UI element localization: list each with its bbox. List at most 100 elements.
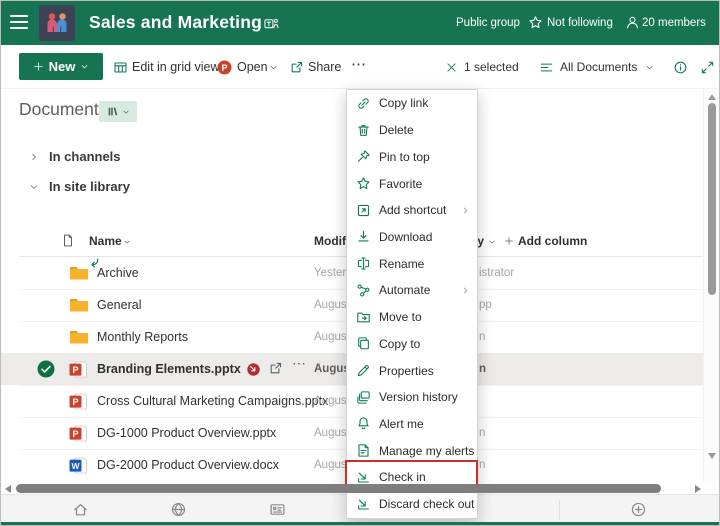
vertical-scrollbar[interactable] — [703, 89, 719, 481]
modified-by-value: n — [479, 331, 485, 343]
plus-icon — [33, 61, 44, 72]
svg-text:P: P — [72, 365, 78, 375]
home-icon[interactable] — [72, 501, 89, 518]
section-in-site-library[interactable]: In site library — [29, 179, 130, 194]
hamburger-menu-icon[interactable] — [10, 15, 28, 33]
version-history-icon — [356, 390, 371, 405]
menu-item-copy-link[interactable]: Copy link — [347, 90, 477, 117]
add-column-button[interactable]: Add column — [518, 234, 587, 248]
selected-check-icon[interactable] — [37, 360, 55, 378]
modified-value: August — [314, 331, 350, 343]
document-type-column-icon — [61, 233, 75, 248]
powerpoint-app-icon: P — [217, 60, 232, 75]
menu-item-properties[interactable]: Properties — [347, 357, 477, 384]
file-name[interactable]: DG-1000 Product Overview.pptx — [97, 426, 276, 440]
open-button[interactable]: Open — [237, 60, 268, 74]
svg-text:P: P — [72, 429, 78, 439]
menu-item-move-to[interactable]: Move to — [347, 304, 477, 331]
app-header: Sales and Marketing Public group Not fol… — [1, 1, 719, 45]
file-name[interactable]: Monthly Reports — [97, 330, 188, 344]
share-icon[interactable] — [268, 361, 283, 376]
grid-icon — [113, 60, 128, 75]
scroll-left-arrow[interactable] — [5, 485, 11, 493]
add-tab-icon[interactable] — [630, 501, 647, 518]
chevron-down-icon[interactable] — [269, 63, 278, 72]
clear-selection-icon[interactable] — [445, 61, 458, 74]
favorite-star-icon — [356, 176, 371, 191]
trash-icon — [356, 123, 371, 138]
powerpoint-file-icon: P — [69, 393, 88, 410]
svg-text:P: P — [221, 63, 227, 73]
chevron-down-icon — [80, 62, 89, 71]
menu-item-version-history[interactable]: Version history — [347, 384, 477, 411]
scroll-right-arrow[interactable] — [695, 485, 701, 493]
menu-item-add-shortcut[interactable]: Add shortcut — [347, 197, 477, 224]
expand-icon[interactable] — [700, 60, 715, 75]
svg-text:P: P — [72, 397, 78, 407]
scroll-down-arrow[interactable] — [708, 453, 716, 459]
file-name[interactable]: Cross Cultural Marketing Campaigns.pptx — [97, 394, 328, 408]
footer-divider — [559, 500, 560, 520]
view-style-badge[interactable] — [99, 101, 137, 122]
file-name[interactable]: DG-2000 Product Overview.docx — [97, 458, 279, 472]
follow-star-icon — [528, 15, 543, 30]
globe-icon[interactable] — [170, 501, 187, 518]
command-bar: New Edit in grid view P Open Share ⋯ 1 s… — [1, 45, 719, 89]
app-window: Sales and Marketing Public group Not fol… — [0, 0, 720, 526]
edit-grid-view-button[interactable]: Edit in grid view — [132, 60, 220, 74]
library-title: Documents — [19, 99, 108, 120]
menu-item-discard-check-out[interactable]: Discard check out — [347, 491, 477, 518]
alert-bell-icon — [356, 416, 371, 431]
menu-item-rename[interactable]: Rename — [347, 250, 477, 277]
column-header-name[interactable]: Name — [89, 234, 122, 248]
check-in-highlight-annotation — [345, 460, 478, 486]
share-button[interactable]: Share — [308, 60, 341, 74]
chevron-down-icon — [29, 182, 39, 192]
pin-icon — [356, 149, 371, 164]
link-icon — [356, 96, 371, 111]
chevron-down-icon — [123, 238, 131, 246]
modified-value: August — [314, 299, 350, 311]
view-switch-icon — [539, 60, 554, 75]
menu-item-pin-to-top[interactable]: Pin to top — [347, 143, 477, 170]
powerpoint-file-icon: P — [69, 361, 88, 378]
menu-item-alert-me[interactable]: Alert me — [347, 411, 477, 438]
horizontal-scroll-thumb[interactable] — [16, 484, 661, 493]
add-shortcut-icon — [356, 203, 371, 218]
more-actions-button[interactable]: ⋯ — [351, 55, 367, 73]
info-icon[interactable] — [673, 60, 688, 75]
row-more-actions-button[interactable]: ⋯ — [292, 355, 307, 372]
rename-icon — [356, 256, 371, 271]
folder-icon — [69, 297, 89, 313]
file-name[interactable]: General — [97, 298, 141, 312]
selected-count: 1 selected — [464, 60, 519, 74]
modified-value: August — [314, 395, 350, 407]
menu-item-automate[interactable]: Automate — [347, 277, 477, 304]
powerpoint-file-icon: P — [69, 425, 88, 442]
new-button[interactable]: New — [19, 53, 103, 80]
contact-card-icon[interactable] — [269, 501, 286, 518]
vertical-scroll-thumb[interactable] — [708, 103, 716, 295]
modified-by-value: pp — [479, 299, 492, 311]
share-icon — [289, 60, 304, 75]
view-selector[interactable]: All Documents — [560, 60, 637, 74]
not-following-button[interactable]: Not following — [547, 17, 613, 29]
menu-item-favorite[interactable]: Favorite — [347, 170, 477, 197]
members-count[interactable]: 20 members — [642, 17, 706, 29]
scroll-up-arrow[interactable] — [708, 94, 716, 100]
bottom-accent-strip — [1, 522, 719, 525]
chevron-down-icon — [488, 238, 496, 246]
team-logo — [39, 5, 75, 41]
menu-item-copy-to[interactable]: Copy to — [347, 330, 477, 357]
modified-by-value: n — [479, 459, 485, 471]
word-file-icon: W — [69, 457, 88, 474]
modified-value: August — [314, 427, 350, 439]
section-in-channels[interactable]: In channels — [29, 149, 121, 164]
chevron-down-icon[interactable] — [645, 63, 654, 72]
file-name[interactable]: Branding Elements.pptx — [97, 362, 241, 376]
file-name[interactable]: Archive — [97, 266, 139, 280]
menu-item-download[interactable]: Download — [347, 224, 477, 251]
teams-icon — [264, 16, 279, 31]
menu-item-delete[interactable]: Delete — [347, 117, 477, 144]
members-icon — [625, 15, 640, 30]
